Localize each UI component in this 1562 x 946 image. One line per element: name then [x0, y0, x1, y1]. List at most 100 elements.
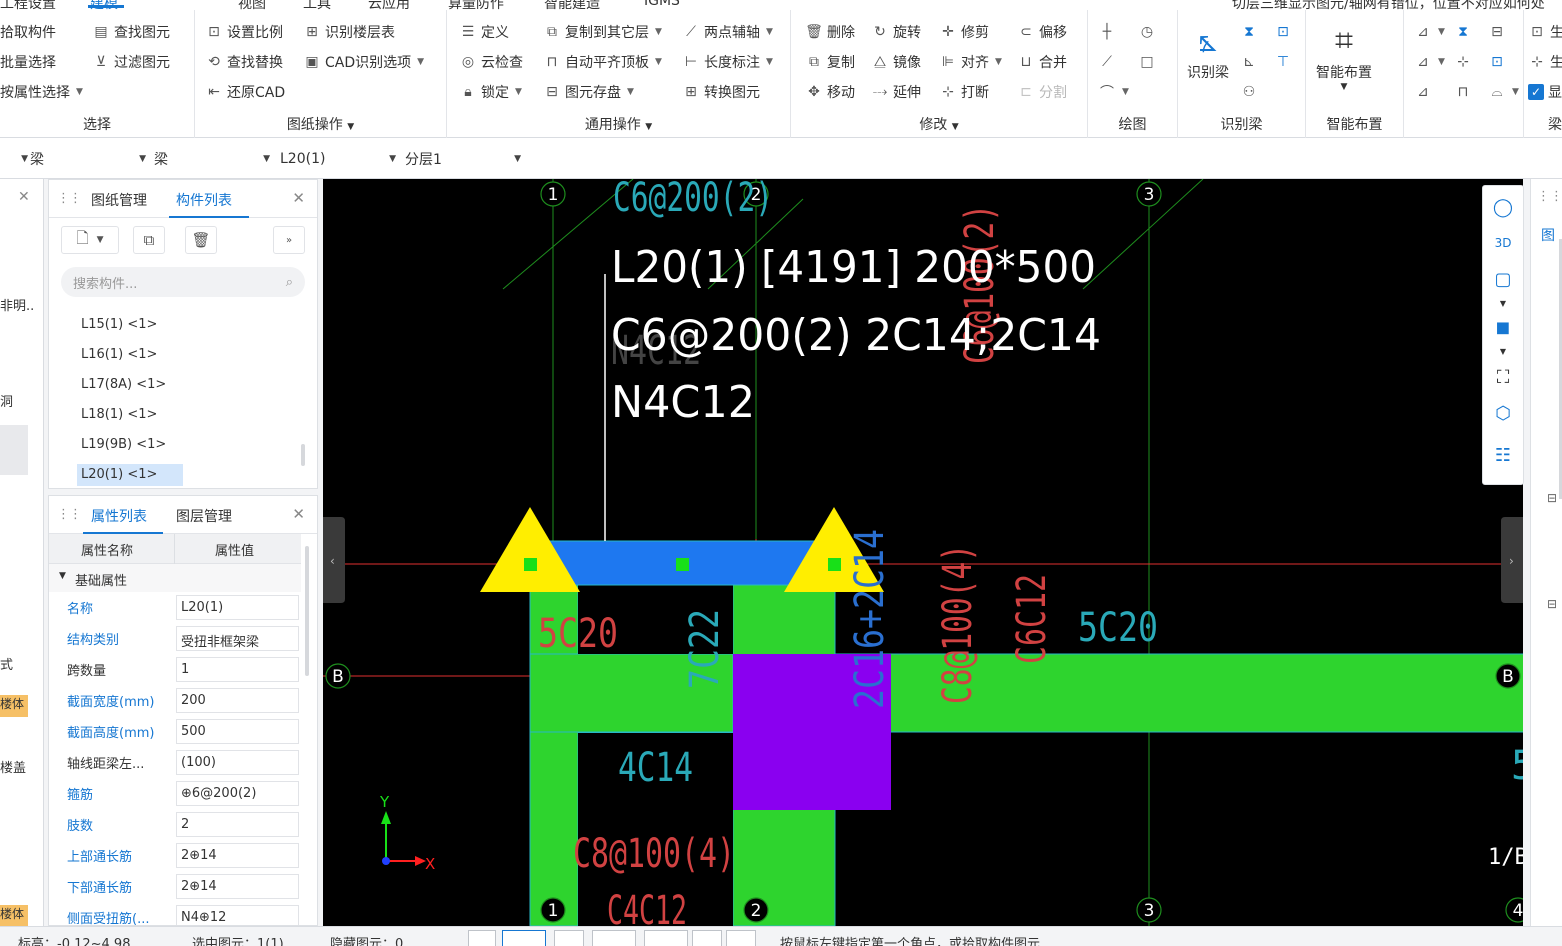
drawing-canvas[interactable]: 1 2 3 1 2 3 4 B B C6@200(2) 5C20 7C22 2C…: [323, 179, 1523, 926]
two-point-axis-button[interactable]: ⟋ 两点辅轴 ▼: [682, 20, 773, 44]
component-selector[interactable]: L20(1) ▼: [280, 148, 396, 170]
extra-tool-5-button[interactable]: ⊹: [1454, 50, 1472, 74]
cut-button-2[interactable]: ⊹ 生: [1528, 50, 1562, 74]
property-value-field[interactable]: N4⊕12: [176, 905, 299, 925]
cut-button-1[interactable]: ⊡ 生: [1528, 20, 1562, 44]
rotate-button[interactable]: ↻ 旋转: [871, 20, 921, 44]
find-replace-button[interactable]: ⟲ 查找替换: [205, 50, 283, 74]
list-item[interactable]: L19(9B) <1>: [77, 434, 170, 456]
property-value-field[interactable]: 200: [176, 688, 299, 713]
selector-prev[interactable]: ▼: [8, 148, 28, 170]
angle-snap-button[interactable]: [592, 930, 636, 946]
identify-beam-big-button[interactable]: ⦩ 识别梁: [1186, 18, 1230, 82]
snap-mode-button[interactable]: [502, 930, 546, 946]
property-value-field[interactable]: 2⊕14: [176, 843, 299, 868]
lock-button[interactable]: 🔒︎ 锁定 ▼: [459, 80, 522, 104]
ortho-toggle-button[interactable]: [468, 930, 496, 946]
extra-tool-2-button[interactable]: ⧗: [1454, 20, 1472, 44]
break-button[interactable]: ⊹ 打断: [939, 80, 989, 104]
draw-line-button[interactable]: ⟋: [1098, 50, 1116, 74]
tab-property-list[interactable]: 属性列表: [91, 506, 147, 526]
grid-toggle-button[interactable]: [692, 930, 722, 946]
view-3d-icon[interactable]: 3D: [1490, 230, 1516, 256]
property-value-field[interactable]: ⊕6@200(2): [176, 781, 299, 806]
property-row[interactable]: 箍筋 ⊕6@200(2): [49, 778, 301, 809]
extra-tool-7-button[interactable]: ⊿: [1414, 80, 1432, 104]
left-strip-text-1[interactable]: 非明..: [0, 295, 34, 314]
more-button[interactable]: »: [273, 226, 305, 254]
merge-button[interactable]: ⊔ 合并: [1017, 50, 1067, 74]
save-element-button[interactable]: ⊟ 图元存盘 ▼: [543, 80, 634, 104]
fullscreen-icon[interactable]: ⛶: [1490, 364, 1516, 390]
cross-select-button[interactable]: [554, 930, 584, 946]
chevron-down-icon[interactable]: ▼: [1490, 290, 1516, 316]
property-scrollbar[interactable]: [305, 546, 309, 676]
list-item[interactable]: L15(1) <1>: [77, 314, 161, 336]
menu-item-igms[interactable]: IGMS: [644, 0, 680, 9]
beam-tool-1-button[interactable]: ⧗: [1240, 20, 1258, 44]
property-value-field[interactable]: 2⊕14: [176, 874, 299, 899]
drag-handle-icon[interactable]: ⋮⋮: [57, 507, 82, 522]
cloud-check-button[interactable]: ◎ 云检查: [459, 50, 523, 74]
property-row[interactable]: 下部通长筋 2⊕14: [49, 871, 301, 902]
convert-element-button[interactable]: ⊞ 转换图元: [682, 80, 760, 104]
chevron-down-icon[interactable]: ▼: [1490, 338, 1516, 364]
right-panel-tab-icon[interactable]: 图: [1541, 225, 1555, 245]
align-button[interactable]: ⊫ 对齐 ▼: [939, 50, 1002, 74]
beam-tool-3-button[interactable]: ⊾: [1240, 50, 1258, 74]
extend-button[interactable]: ⤏ 延伸: [871, 80, 921, 104]
menu-item-calc[interactable]: 算量防作: [448, 0, 504, 10]
report-icon[interactable]: ☷: [1490, 442, 1516, 468]
property-row[interactable]: 肢数 2: [49, 809, 301, 840]
menu-item-view[interactable]: 视图: [238, 0, 266, 10]
drag-handle-icon[interactable]: ⋮⋮: [57, 191, 82, 206]
grip-square-left[interactable]: [524, 558, 537, 571]
beam-tool-5-button[interactable]: ⚇: [1240, 80, 1258, 104]
collapse-minus-icon[interactable]: ⊟: [1547, 597, 1557, 611]
layer-selector[interactable]: 分层1 ▼: [405, 148, 521, 170]
beam-tool-2-button[interactable]: ⊡: [1274, 20, 1292, 44]
property-value-field[interactable]: 1: [176, 657, 299, 682]
draw-mode-button[interactable]: [726, 930, 756, 946]
chevron-down-icon[interactable]: ▼: [952, 122, 959, 132]
pick-component-button[interactable]: 拾取构件: [0, 20, 56, 44]
cad-options-button[interactable]: ▣ CAD识别选项 ▼: [303, 50, 424, 74]
delete-component-button[interactable]: 🗑︎: [185, 226, 217, 254]
left-strip-tag-1[interactable]: 楼体: [0, 695, 28, 717]
list-scrollbar[interactable]: [301, 444, 305, 466]
box-select-icon[interactable]: ⬡: [1490, 400, 1516, 426]
property-row[interactable]: 轴线距梁左... (100): [49, 747, 301, 778]
draw-rect-button[interactable]: □: [1138, 50, 1156, 74]
list-item-selected[interactable]: L20(1) <1>: [77, 464, 183, 486]
find-element-button[interactable]: ▤ 查找图元: [92, 20, 170, 44]
draw-arc-button[interactable]: ⌒ ▼: [1098, 80, 1129, 104]
move-button[interactable]: ✥ 移动: [805, 80, 855, 104]
extra-tool-1-button[interactable]: ⊿ ▼: [1414, 20, 1445, 44]
identify-floor-table-button[interactable]: ⊞ 识别楼层表: [303, 20, 395, 44]
menu-item-settings[interactable]: 工程设置: [0, 0, 56, 10]
length-dim-button[interactable]: ⊢ 长度标注 ▼: [682, 50, 773, 74]
cube-solid-icon[interactable]: ◼: [1490, 314, 1516, 340]
menu-item-cloud[interactable]: 云应用: [368, 0, 410, 10]
extra-tool-8-button[interactable]: ⊓: [1454, 80, 1472, 104]
select-by-attr-button[interactable]: 按属性选择 ▼: [0, 80, 83, 104]
grip-square-mid[interactable]: [676, 558, 689, 571]
type-selector-1[interactable]: 梁 ▼: [30, 148, 146, 170]
show-checkbox[interactable]: ✓ 显: [1528, 80, 1562, 104]
close-icon[interactable]: ✕: [18, 189, 30, 205]
define-button[interactable]: ☰ 定义: [459, 20, 509, 44]
search-component-input[interactable]: 搜索构件... ⌕: [61, 267, 305, 297]
property-value-field[interactable]: 受扭非框架梁: [176, 626, 299, 651]
list-item[interactable]: L16(1) <1>: [77, 344, 161, 366]
property-row[interactable]: 截面高度(mm) 500: [49, 716, 301, 747]
property-value-field[interactable]: L20(1): [176, 595, 299, 620]
property-value-field[interactable]: (100): [176, 750, 299, 775]
copy-button[interactable]: ⧉ 复制: [805, 50, 855, 74]
copy-component-button[interactable]: ⧉: [133, 226, 165, 254]
property-row[interactable]: 上部通长筋 2⊕14: [49, 840, 301, 871]
new-component-button[interactable]: 🗋︎ ▼: [61, 226, 119, 254]
menu-item-smart[interactable]: 智能建造: [544, 0, 600, 10]
smart-layout-big-button[interactable]: ⌗ 智能布置 ▼: [1316, 18, 1372, 93]
cube-icon[interactable]: ▢: [1490, 266, 1516, 292]
point-snap-button[interactable]: [644, 930, 688, 946]
